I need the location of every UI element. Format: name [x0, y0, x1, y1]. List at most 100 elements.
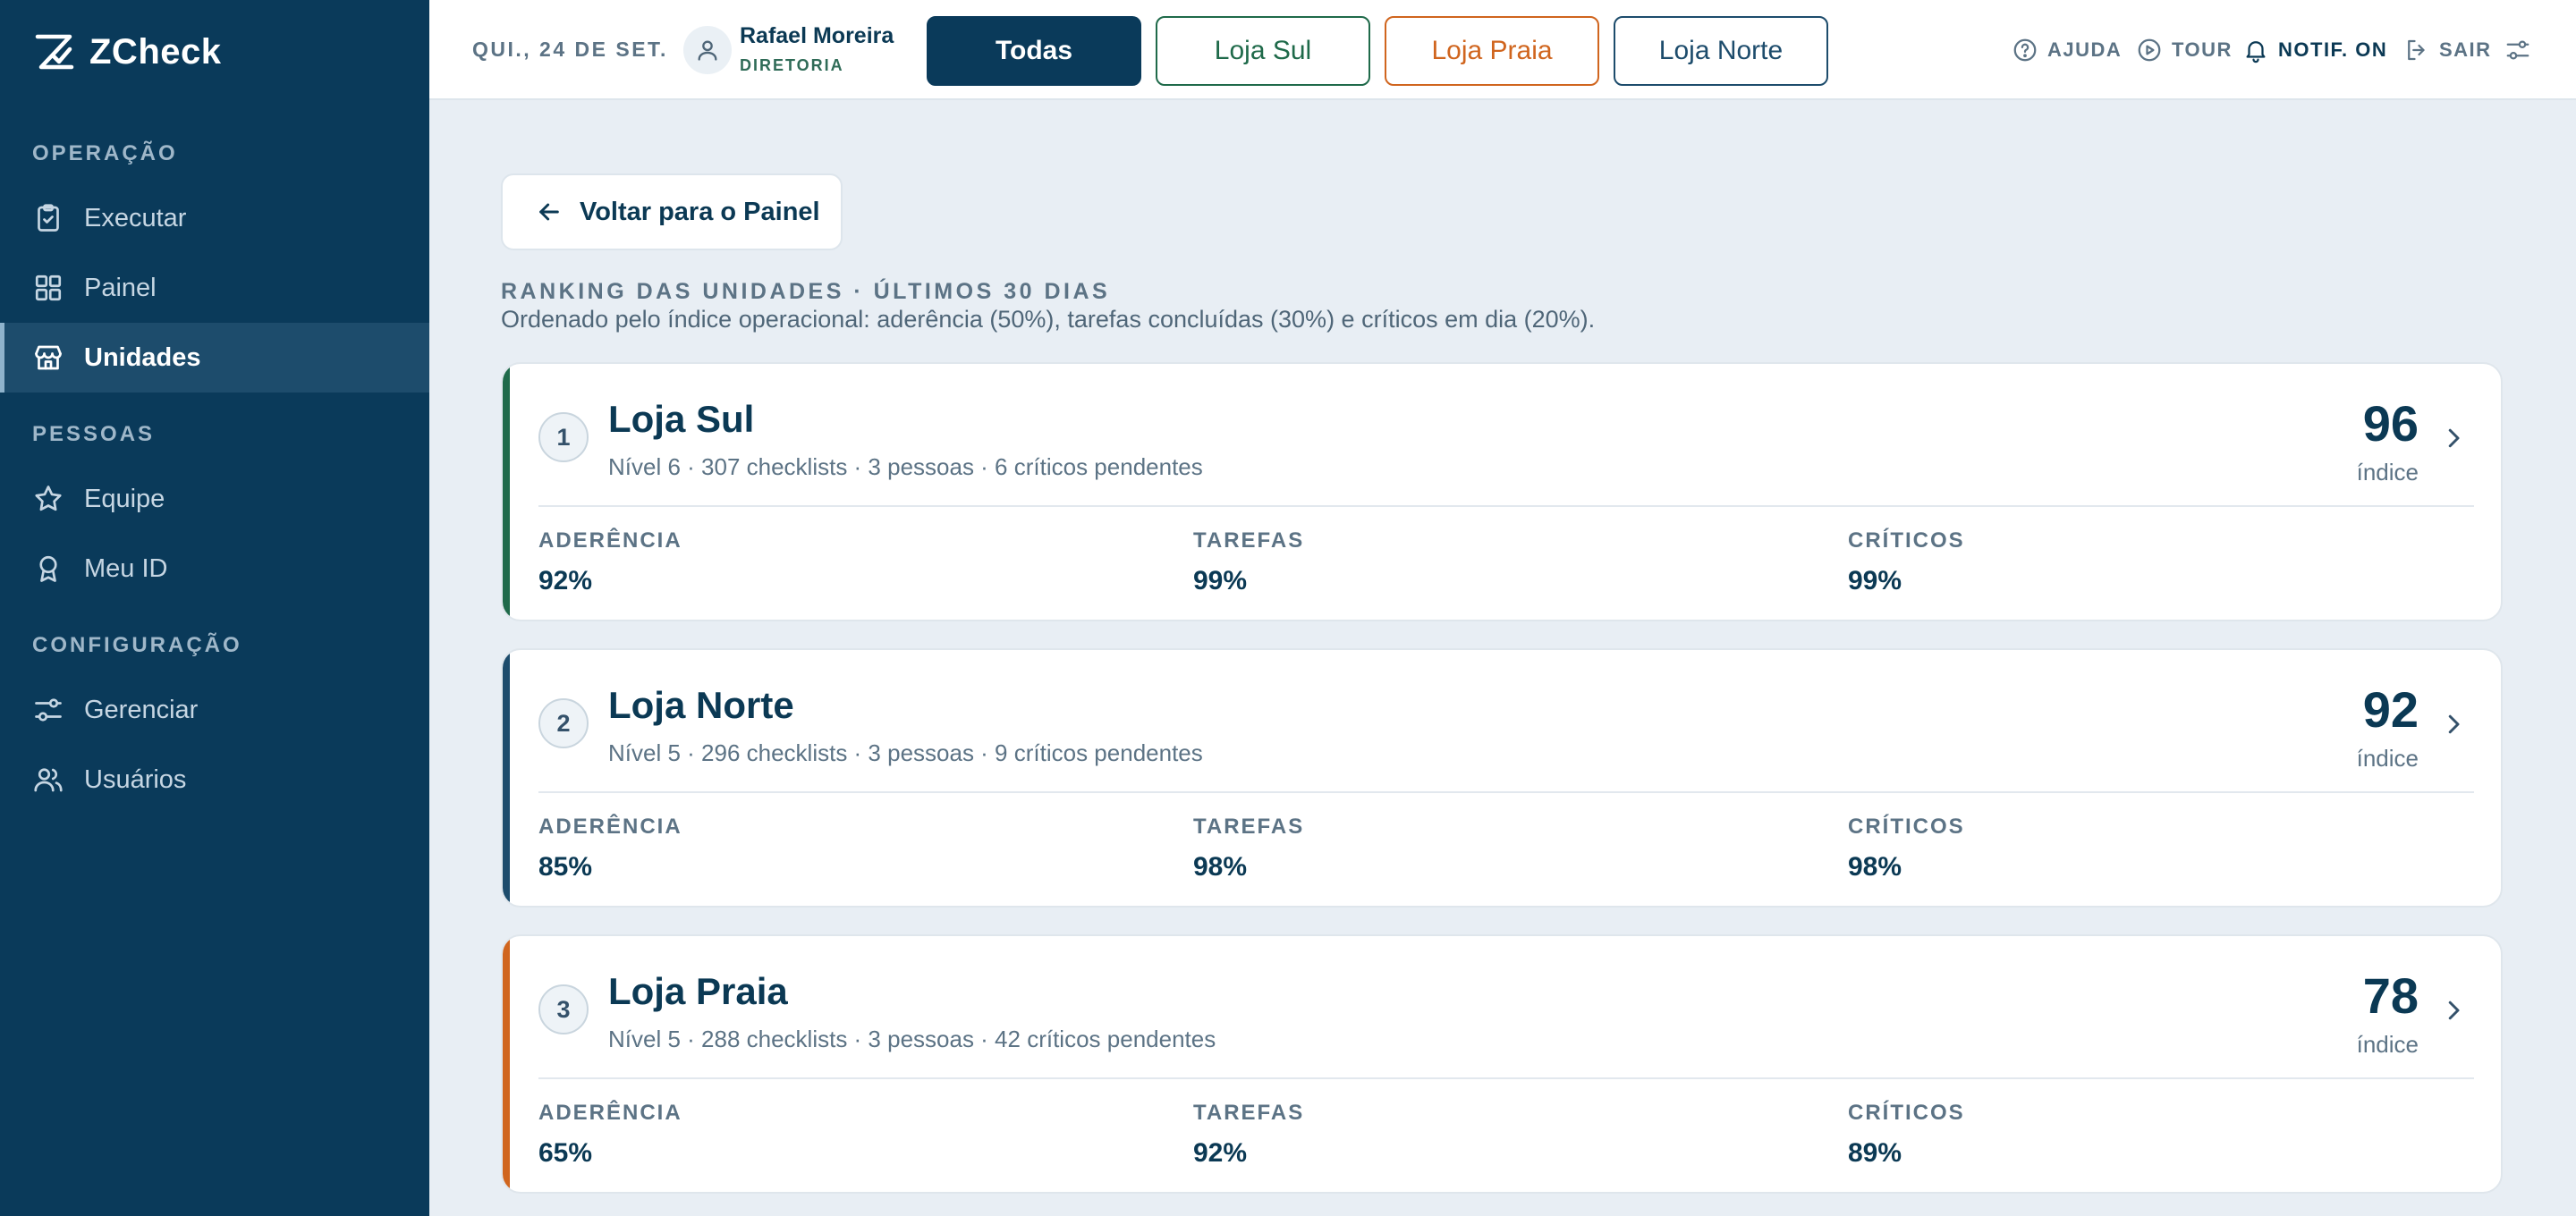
metric-label: TAREFAS [1193, 528, 1305, 553]
metric-label: ADERÊNCIA [538, 528, 682, 553]
play-circle-icon [2138, 38, 2161, 62]
store-name: Loja Norte [608, 684, 794, 726]
sidebar-item-label: Painel [84, 273, 157, 302]
rank-badge: 3 [538, 984, 589, 1034]
metric-value: 98% [1848, 852, 1902, 882]
back-label: Voltar para o Painel [580, 197, 820, 226]
index-score: 78 [2362, 967, 2419, 1024]
store-meta: Nível 5 · 296 checklists · 3 pessoas · 9… [608, 739, 1203, 766]
tour-button[interactable]: TOUR [2136, 36, 2233, 64]
index-label: índice [2356, 1031, 2419, 1058]
chevron-right-icon [2448, 1001, 2460, 1020]
sidebar-item-unidades[interactable]: Unidades [0, 323, 429, 393]
sidebar-item-label: Meu ID [84, 553, 168, 583]
notifications-label: NOTIF. ON [2278, 38, 2388, 61]
store-filter-loja-sul[interactable]: Loja Sul [1156, 16, 1370, 86]
sliders-icon [35, 698, 62, 722]
zcheck-logo-icon [35, 34, 74, 70]
metric-tasks: TAREFAS 99% [1193, 528, 1304, 596]
brand-name: ZCheck [89, 31, 222, 72]
help-button[interactable]: AJUDA [2012, 36, 2122, 64]
store-filter-loja-norte[interactable]: Loja Norte [1614, 16, 1828, 86]
store-meta: Nível 6 · 307 checklists · 3 pessoas · 6… [608, 453, 1203, 480]
index-score: 92 [2362, 681, 2419, 738]
back-to-dashboard-button[interactable]: Voltar para o Painel [501, 173, 843, 250]
sidebar-item-equipe[interactable]: Equipe [0, 464, 429, 534]
store-icon [35, 345, 62, 370]
page-title: RANKING DAS UNIDADES · ÚLTIMOS 30 DIAS [501, 279, 1111, 304]
chevron-right-icon [2448, 714, 2460, 734]
avatar[interactable] [683, 26, 732, 74]
metric-tasks: TAREFAS 92% [1193, 1101, 1304, 1169]
store-filter-todas[interactable]: Todas [927, 16, 1141, 86]
notifications-toggle[interactable]: NOTIF. ON [2242, 36, 2387, 64]
bell-icon [2246, 41, 2266, 63]
sidebar-item-label: Gerenciar [84, 695, 199, 724]
nav-section-pessoas: PESSOAS [32, 422, 156, 446]
card-color-stripe [503, 936, 510, 1192]
user-name: Rafael Moreira [740, 23, 894, 48]
ranking-card-loja-sul[interactable]: 1 Loja Sul Nível 6 · 307 checklists · 3 … [501, 362, 2503, 621]
user-role: DIRETORIA [740, 56, 844, 74]
metric-value: 89% [1848, 1138, 1902, 1168]
metric-critical: CRÍTICOS 98% [1848, 815, 1965, 882]
metric-label: TAREFAS [1193, 815, 1305, 839]
metric-value: 99% [1193, 566, 1248, 595]
logout-label: SAIR [2439, 38, 2492, 61]
sidebar-item-gerenciar[interactable]: Gerenciar [0, 675, 429, 745]
sidebar: ZCheck OPERAÇÃO Executar Painel Unidades… [0, 0, 429, 1216]
sliders-icon [2506, 40, 2529, 60]
settings-button[interactable] [2504, 36, 2531, 64]
help-label: AJUDA [2047, 38, 2123, 61]
store-filter-loja-praia[interactable]: Loja Praia [1385, 16, 1599, 86]
metric-label: CRÍTICOS [1848, 815, 1965, 839]
metric-value: 85% [538, 852, 593, 882]
metric-tasks: TAREFAS 98% [1193, 815, 1304, 882]
metric-value: 98% [1193, 852, 1248, 882]
metric-adherence: ADERÊNCIA 85% [538, 815, 682, 882]
sidebar-item-label: Usuários [84, 764, 187, 794]
index-label: índice [2356, 459, 2419, 486]
metric-critical: CRÍTICOS 99% [1848, 528, 1965, 596]
card-divider [538, 791, 2474, 793]
sidebar-item-usuarios[interactable]: Usuários [0, 745, 429, 815]
metric-value: 92% [1193, 1138, 1248, 1168]
sidebar-item-meu-id[interactable]: Meu ID [0, 534, 429, 604]
store-name: Loja Sul [608, 398, 755, 440]
card-color-stripe [503, 650, 510, 906]
card-divider [538, 505, 2474, 507]
sidebar-item-executar[interactable]: Executar [0, 183, 429, 253]
sidebar-item-painel[interactable]: Painel [0, 253, 429, 323]
badge-icon [39, 555, 57, 582]
grid-icon [35, 274, 62, 301]
ranking-card-loja-praia[interactable]: 3 Loja Praia Nível 5 · 288 checklists · … [501, 934, 2503, 1194]
brand-logo[interactable]: ZCheck [32, 27, 222, 77]
card-color-stripe [503, 364, 510, 620]
metric-label: ADERÊNCIA [538, 815, 682, 839]
metric-critical: CRÍTICOS 89% [1848, 1101, 1965, 1169]
metric-value: 65% [538, 1138, 593, 1168]
users-icon [34, 768, 63, 792]
page-subtitle: Ordenado pelo índice operacional: aderên… [501, 306, 1596, 333]
metric-value: 99% [1848, 566, 1902, 595]
help-circle-icon [2013, 38, 2037, 62]
nav-section-configuracao: CONFIGURAÇÃO [32, 633, 242, 657]
index-label: índice [2356, 745, 2419, 772]
ranking-card-loja-norte[interactable]: 2 Loja Norte Nível 5 · 296 checklists · … [501, 648, 2503, 908]
user-icon [698, 40, 717, 61]
card-divider [538, 1077, 2474, 1079]
nav-section-operacao: OPERAÇÃO [32, 141, 178, 165]
current-date: QUI., 24 DE SET. [472, 38, 668, 61]
store-meta: Nível 5 · 288 checklists · 3 pessoas · 4… [608, 1026, 1216, 1052]
metric-adherence: ADERÊNCIA 65% [538, 1101, 682, 1169]
star-icon [35, 486, 62, 511]
metric-label: CRÍTICOS [1848, 528, 1965, 553]
logout-button[interactable]: SAIR [2403, 36, 2492, 64]
logout-icon [2408, 39, 2425, 61]
rank-badge: 1 [538, 412, 589, 462]
arrow-left-icon [539, 203, 559, 221]
index-score: 96 [2362, 395, 2419, 452]
rank-badge: 2 [538, 698, 589, 748]
tour-label: TOUR [2172, 38, 2233, 61]
metric-label: ADERÊNCIA [538, 1101, 682, 1125]
